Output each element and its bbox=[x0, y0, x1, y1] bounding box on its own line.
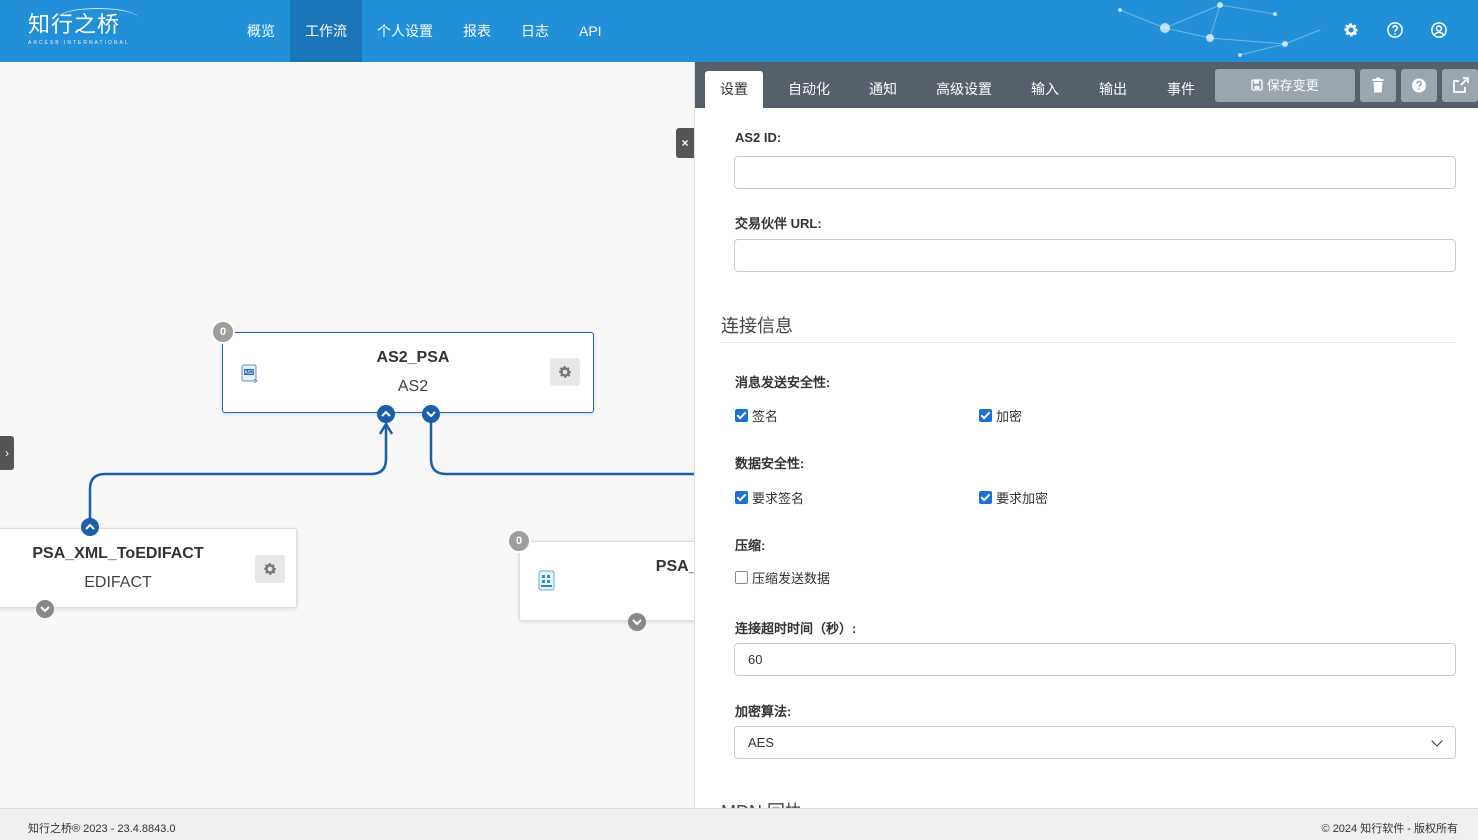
timeout-label: 连接超时时间（秒）: bbox=[735, 621, 857, 636]
nav-overview[interactable]: 概览 bbox=[232, 0, 290, 62]
checkbox-label: 压缩发送数据 bbox=[752, 571, 831, 586]
node-type: AS2 bbox=[397, 378, 429, 395]
tab-advanced[interactable]: 高级设置 bbox=[925, 71, 1003, 108]
help-button[interactable] bbox=[1401, 69, 1437, 102]
checkbox-label: 要求加密 bbox=[996, 491, 1049, 506]
chevron-up-icon bbox=[381, 410, 391, 417]
connection-section-title: 连接信息 bbox=[721, 316, 793, 336]
chevron-down-icon bbox=[40, 606, 50, 613]
node-name: PSA_XML_ToEDIFACT bbox=[32, 545, 204, 562]
workflow-node-as2-psa[interactable]: AS2 AS2_PSA AS2 bbox=[222, 332, 594, 413]
as2-icon: AS2 bbox=[239, 361, 261, 385]
timeout-input[interactable]: 60 bbox=[734, 643, 1456, 676]
edifact-icon bbox=[536, 568, 558, 594]
tab-output[interactable]: 输出 bbox=[1085, 71, 1141, 108]
nav-api[interactable]: API bbox=[564, 0, 617, 62]
workflow-node-psa-edifact[interactable]: PSA_EDI ED bbox=[519, 541, 694, 621]
checkbox-unchecked[interactable] bbox=[735, 571, 748, 584]
gear-icon bbox=[264, 563, 277, 575]
nav-logs[interactable]: 日志 bbox=[506, 0, 564, 62]
as2-id-label: AS2 ID: bbox=[735, 130, 782, 145]
chevron-down-icon bbox=[1431, 735, 1443, 747]
logo-subtext: ARCESB INTERNATIONAL bbox=[28, 40, 130, 46]
nav-workflow[interactable]: 工作流 bbox=[290, 0, 362, 62]
checkbox-checked[interactable] bbox=[735, 491, 748, 504]
chevron-down-icon bbox=[426, 411, 436, 418]
output-port[interactable] bbox=[81, 518, 99, 536]
output-port[interactable] bbox=[422, 405, 440, 423]
trash-icon bbox=[1372, 77, 1384, 93]
tab-events[interactable]: 事件 bbox=[1153, 71, 1209, 108]
require-encrypt-checkbox[interactable]: 要求加密 bbox=[979, 488, 1048, 507]
checkbox-checked[interactable] bbox=[735, 409, 748, 422]
node-count-badge: 0 bbox=[507, 529, 531, 553]
connection-lines bbox=[88, 421, 694, 521]
nav-profile[interactable]: 个人设置 bbox=[362, 0, 448, 62]
save-changes-button[interactable]: 保存变更 bbox=[1215, 69, 1355, 102]
workflow-node-psa-xml-toedifact[interactable]: PSA_XML_ToEDIFACT EDIFACT bbox=[0, 528, 297, 608]
select-value: AES bbox=[748, 735, 775, 750]
panel-tabs: 设置 自动化 通知 高级设置 输入 输出 事件 保存变更 bbox=[695, 62, 1478, 108]
checkbox-checked[interactable] bbox=[979, 409, 992, 422]
encrypt-checkbox[interactable]: 加密 bbox=[979, 406, 1022, 425]
copyright-text: © 2024 知行软件 - 版权所有 bbox=[1321, 823, 1458, 835]
node-settings-button[interactable] bbox=[255, 555, 285, 583]
partner-url-input[interactable] bbox=[734, 239, 1456, 272]
tab-input[interactable]: 输入 bbox=[1017, 71, 1073, 108]
open-external-button[interactable] bbox=[1442, 69, 1478, 102]
output-port[interactable] bbox=[36, 600, 54, 618]
node-name: PSA_EDI bbox=[655, 558, 694, 575]
save-icon bbox=[1251, 79, 1263, 91]
gear-icon[interactable] bbox=[1342, 21, 1360, 39]
checkbox-label: 要求签名 bbox=[752, 491, 805, 506]
delete-button[interactable] bbox=[1360, 69, 1396, 102]
mdn-section-title: MDN 回执 bbox=[721, 798, 803, 808]
chevron-up-icon bbox=[85, 523, 95, 530]
chevron-down-icon bbox=[632, 619, 642, 626]
input-port[interactable] bbox=[377, 405, 395, 423]
footer: 知行之桥® 2023 - 23.4.8843.0 © 2024 知行软件 - 版… bbox=[0, 808, 1478, 840]
top-navbar: 知行之桥 ARCESB INTERNATIONAL 概览 工作流 个人设置 报表… bbox=[0, 0, 1478, 62]
tab-notifications[interactable]: 通知 bbox=[855, 71, 911, 108]
connector-settings-panel: 设置 自动化 通知 高级设置 输入 输出 事件 保存变更 AS2 ID: 交易伙… bbox=[694, 62, 1478, 808]
close-panel-button[interactable]: × bbox=[676, 128, 694, 158]
version-text: 知行之桥® 2023 - 23.4.8843.0 bbox=[28, 823, 176, 835]
save-label: 保存变更 bbox=[1266, 78, 1319, 93]
section-divider bbox=[721, 342, 1455, 343]
external-link-icon bbox=[1453, 77, 1469, 93]
encryption-algorithm-label: 加密算法: bbox=[735, 704, 792, 719]
node-settings-button[interactable] bbox=[550, 358, 580, 386]
header-actions bbox=[1342, 21, 1448, 39]
help-icon bbox=[1412, 78, 1426, 93]
require-sign-checkbox[interactable]: 要求签名 bbox=[735, 488, 804, 507]
node-type: ED bbox=[600, 587, 694, 605]
as2-id-input[interactable] bbox=[734, 156, 1456, 189]
user-icon[interactable] bbox=[1430, 21, 1448, 39]
tab-automation[interactable]: 自动化 bbox=[777, 71, 841, 108]
compression-label: 压缩: bbox=[735, 538, 766, 553]
checkbox-label: 签名 bbox=[752, 409, 779, 424]
help-icon[interactable] bbox=[1386, 21, 1404, 39]
checkbox-label: 加密 bbox=[996, 409, 1023, 424]
main-nav: 概览 工作流 个人设置 报表 日志 API bbox=[232, 0, 617, 62]
node-count-badge: 0 bbox=[211, 320, 235, 344]
sign-checkbox[interactable]: 签名 bbox=[735, 406, 778, 425]
compress-checkbox[interactable]: 压缩发送数据 bbox=[735, 568, 830, 587]
workflow-canvas[interactable]: AS2 AS2_PSA AS2 0 PSA_XML_ToEDIFACT EDIF… bbox=[0, 62, 694, 808]
svg-text:AS2: AS2 bbox=[244, 370, 254, 376]
message-security-label: 消息发送安全性: bbox=[735, 375, 831, 390]
output-port[interactable] bbox=[628, 613, 646, 631]
node-type: EDIFACT bbox=[84, 574, 152, 591]
tab-settings[interactable]: 设置 bbox=[705, 71, 763, 108]
data-security-label: 数据安全性: bbox=[735, 456, 805, 471]
gear-icon bbox=[559, 366, 572, 378]
expand-sidebar-button[interactable]: › bbox=[0, 436, 14, 470]
brand-logo[interactable]: 知行之桥 ARCESB INTERNATIONAL bbox=[28, 8, 138, 46]
checkbox-checked[interactable] bbox=[979, 491, 992, 504]
partner-url-label: 交易伙伴 URL: bbox=[735, 216, 822, 231]
node-name: AS2_PSA bbox=[376, 349, 450, 366]
nav-reports[interactable]: 报表 bbox=[448, 0, 506, 62]
encryption-algorithm-select[interactable]: AES bbox=[734, 726, 1456, 759]
